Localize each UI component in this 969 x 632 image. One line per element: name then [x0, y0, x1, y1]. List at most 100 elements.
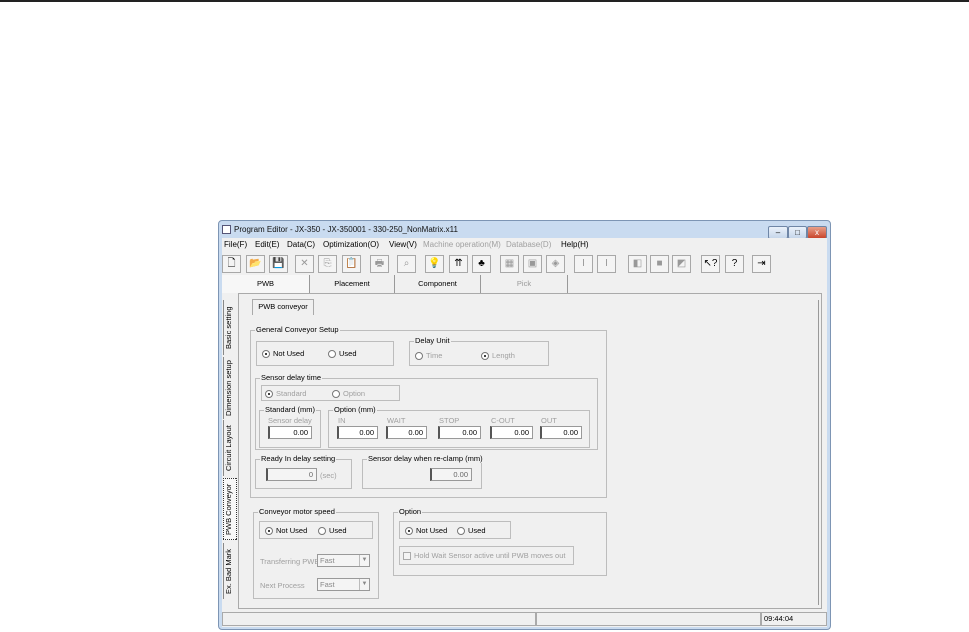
scrollbar[interactable] — [818, 300, 822, 605]
exit-icon: ⇥ — [757, 258, 766, 269]
option-stop-input[interactable]: 0.00 — [438, 426, 481, 439]
tab-pick[interactable]: Pick — [481, 275, 568, 293]
menu-machine-operation[interactable]: Machine operation(M) — [423, 240, 501, 249]
status-pane-1 — [222, 612, 536, 626]
menu-edit[interactable]: Edit(E) — [255, 240, 279, 249]
menu-file[interactable]: File(F) — [224, 240, 247, 249]
context-help-icon: ↖? — [703, 258, 718, 269]
toolbar-button[interactable]: ⌕ — [397, 255, 416, 273]
side-tab-pwb-conveyor[interactable]: PWB Conveyor — [223, 478, 237, 540]
sensor-delay-input[interactable]: 0.00 — [268, 426, 312, 439]
tab-pwb[interactable]: PWB — [222, 275, 310, 293]
radio-length[interactable]: Length — [481, 351, 515, 361]
transferring-pwb-select[interactable]: Fast ▼ — [317, 554, 370, 567]
toolbar-button[interactable]: ♣ — [472, 255, 491, 273]
side-tab-ex-bad-mark[interactable]: Ex. Bad Mark — [223, 543, 237, 599]
option-in-input[interactable]: 0.00 — [337, 426, 378, 439]
toolbar-button[interactable]: ▦ — [500, 255, 519, 273]
radio-not-used[interactable]: Not Used — [262, 349, 304, 359]
group-label: General Conveyor Setup — [255, 325, 340, 334]
option-wait-input[interactable]: 0.00 — [386, 426, 427, 439]
toolbar-button[interactable]: 📋 — [342, 255, 361, 273]
toolbar-button[interactable]: ◧ — [628, 255, 647, 273]
machine3-icon: ◈ — [551, 258, 560, 269]
side-tab-dimension-setup[interactable]: Dimension setup — [223, 357, 237, 419]
toolbar-button[interactable]: ⎘ — [318, 255, 337, 273]
toolbar-button[interactable]: 💾 — [269, 255, 288, 273]
toolbar-button[interactable]: 💡 — [425, 255, 444, 273]
align1-icon: I — [582, 258, 585, 269]
motor-radio-used[interactable]: Used — [318, 526, 347, 536]
menu-data[interactable]: Data(C) — [287, 240, 315, 249]
toolbar-button[interactable]: ◩ — [672, 255, 691, 273]
option-out-input[interactable]: 0.00 — [540, 426, 582, 439]
open-icon: 📂 — [249, 258, 262, 269]
cut-icon: ✕ — [300, 258, 309, 269]
radio-used[interactable]: Used — [328, 349, 357, 359]
toolbar-button[interactable]: ⇈ — [449, 255, 468, 273]
toolbar-button[interactable]: I — [574, 255, 593, 273]
radio-standard[interactable]: Standard — [265, 389, 306, 399]
transferring-pwb-label: Transferring PWB — [260, 557, 320, 566]
copy-icon: ⎘ — [323, 258, 332, 269]
status-pane-2 — [536, 612, 761, 626]
app-icon — [222, 225, 231, 234]
machine1-icon: ▦ — [504, 258, 515, 269]
print-icon: 🖶 — [374, 258, 385, 269]
next-process-select[interactable]: Fast ▼ — [317, 578, 370, 591]
status-clock: 09:44:04 — [761, 612, 827, 626]
toolbar-button[interactable]: I — [597, 255, 616, 273]
new-icon: 🗋 — [227, 258, 236, 269]
toolbar-button[interactable]: 📂 — [246, 255, 265, 273]
sec-unit-label: (sec) — [320, 471, 337, 480]
toolbar-button[interactable]: ↖? — [701, 255, 720, 273]
radio-time[interactable]: Time — [415, 351, 442, 361]
hold-wait-checkbox[interactable]: Hold Wait Sensor active until PWB moves … — [403, 551, 565, 561]
menu-database[interactable]: Database(D) — [506, 240, 551, 249]
option-in-label: IN — [338, 416, 346, 425]
align2-icon: I — [605, 258, 608, 269]
menu-optimization[interactable]: Optimization(O) — [323, 240, 379, 249]
sensor-delay-label: Sensor delay — [268, 416, 312, 425]
toolbar-button[interactable]: ? — [725, 255, 744, 273]
toolbar-button[interactable]: ⇥ — [752, 255, 771, 273]
menu-view[interactable]: View(V) — [389, 240, 417, 249]
tab-component[interactable]: Component — [395, 275, 481, 293]
option-stop-label: STOP — [439, 416, 460, 425]
toolbar-button[interactable]: ✕ — [295, 255, 314, 273]
reclamp-delay-input[interactable]: 0.00 — [430, 468, 472, 481]
window-title: Program Editor - JX-350 - JX-350001 - 33… — [234, 225, 458, 234]
side-tab-circuit-layout[interactable]: Circuit Layout — [223, 420, 237, 476]
paste-icon: 📋 — [345, 258, 358, 269]
option-wait-label: WAIT — [387, 416, 406, 425]
toolbar-button[interactable]: ▣ — [523, 255, 542, 273]
subtab-pwb-conveyor[interactable]: PWB conveyor — [252, 299, 314, 315]
motor-radio-not-used[interactable]: Not Used — [265, 526, 307, 536]
option-out-label: OUT — [541, 416, 557, 425]
help-icon: ? — [731, 258, 738, 269]
find-icon: ⌕ — [403, 258, 410, 269]
toolbar-button[interactable]: ◈ — [546, 255, 565, 273]
idea-icon: 💡 — [428, 258, 441, 269]
machine2-icon: ▣ — [527, 258, 538, 269]
option-radio-used[interactable]: Used — [457, 526, 486, 536]
shapes-icon: ♣ — [478, 258, 485, 269]
option-c-out-input[interactable]: 0.00 — [490, 426, 533, 439]
tab-placement[interactable]: Placement — [310, 275, 395, 293]
toolbar-button[interactable]: 🗋 — [222, 255, 241, 273]
toolbar-button[interactable]: ■ — [650, 255, 669, 273]
ready-in-delay-input[interactable]: 0 — [266, 468, 317, 481]
optimize-icon: ⇈ — [454, 258, 463, 269]
top-border — [0, 0, 969, 2]
radio-option[interactable]: Option — [332, 389, 365, 399]
tool3-icon: ◩ — [676, 258, 687, 269]
option-radio-not-used[interactable]: Not Used — [405, 526, 447, 536]
option-c-out-label: C-OUT — [491, 416, 515, 425]
next-process-label: Next Process — [260, 581, 305, 590]
save-icon: 💾 — [272, 258, 285, 269]
menu-help[interactable]: Help(H) — [561, 240, 589, 249]
toolbar-button[interactable]: 🖶 — [370, 255, 389, 273]
tool1-icon: ◧ — [632, 258, 643, 269]
tool2-icon: ■ — [656, 258, 663, 269]
side-tab-basic-setting[interactable]: Basic setting — [223, 300, 237, 355]
